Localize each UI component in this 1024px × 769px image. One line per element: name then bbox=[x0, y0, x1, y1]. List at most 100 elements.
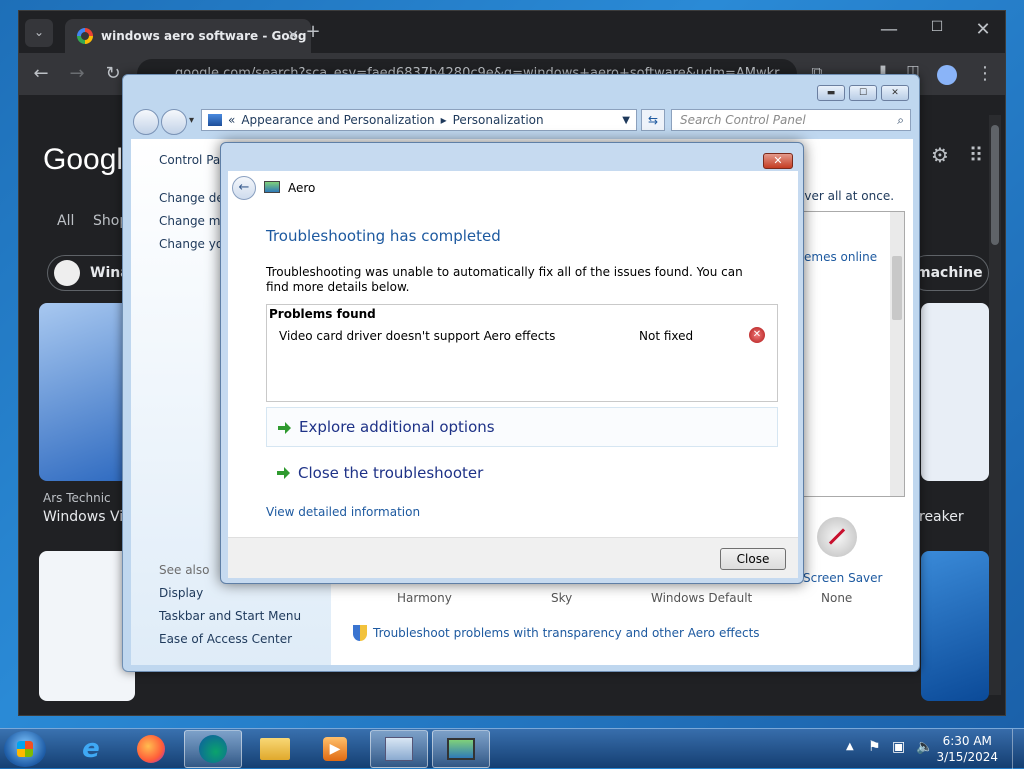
tab-search-button[interactable]: ⌄ bbox=[25, 19, 53, 47]
dialog-footer: Close bbox=[228, 537, 798, 578]
troubleshoot-link-row[interactable]: Troubleshoot problems with transparency … bbox=[353, 625, 760, 641]
theme-harmony[interactable]: Harmony bbox=[397, 591, 452, 605]
screen-saver-icon[interactable] bbox=[817, 517, 857, 557]
dialog-back-button[interactable]: ← bbox=[232, 176, 256, 200]
firefox-icon[interactable] bbox=[122, 730, 180, 768]
page-scrollbar[interactable] bbox=[989, 115, 1001, 695]
cp-description-text: aver all at once. bbox=[797, 189, 895, 203]
address-dropdown-icon[interactable]: ▼ bbox=[622, 115, 630, 126]
close-button[interactable]: Close bbox=[720, 548, 786, 570]
network-icon[interactable]: ▣ bbox=[892, 739, 905, 755]
back-icon[interactable]: ← bbox=[29, 63, 53, 84]
breadcrumb-appearance[interactable]: Appearance and Personalization bbox=[241, 113, 434, 127]
nav-change-mouse[interactable]: Change mo bbox=[159, 214, 228, 228]
forward-icon[interactable]: → bbox=[65, 63, 89, 84]
problem-name: Video card driver doesn't support Aero e… bbox=[279, 329, 556, 343]
see-also-ease-of-access[interactable]: Ease of Access Center bbox=[159, 632, 292, 646]
start-button[interactable] bbox=[4, 731, 46, 767]
screen-saver-label[interactable]: Screen Saver bbox=[803, 571, 882, 585]
maximize-button[interactable]: ☐ bbox=[925, 19, 949, 35]
cp-back-button[interactable] bbox=[133, 109, 159, 135]
tab-strip: ⌄ windows aero software - Goog ✕ + — ☐ ✕ bbox=[19, 11, 1005, 53]
control-panel-taskbar-icon[interactable] bbox=[370, 730, 428, 768]
profile-avatar[interactable] bbox=[937, 65, 957, 85]
see-also-label: See also bbox=[159, 563, 210, 577]
file-explorer-icon[interactable] bbox=[246, 730, 304, 768]
option-close-troubleshooter[interactable]: Close the troubleshooter bbox=[266, 453, 778, 493]
theme-windows-default[interactable]: Windows Default bbox=[651, 591, 752, 605]
breadcrumb-separator-icon: ▸ bbox=[440, 113, 447, 127]
result-image-bottom-right[interactable] bbox=[921, 551, 989, 701]
option-explore-label: Explore additional options bbox=[299, 418, 495, 436]
view-details-link[interactable]: View detailed information bbox=[266, 505, 420, 519]
internet-explorer-icon[interactable]: e bbox=[62, 730, 120, 768]
result-image-right[interactable] bbox=[921, 303, 989, 481]
result-title-right[interactable]: reaker bbox=[919, 509, 964, 525]
apps-grid-icon[interactable]: ⠿ bbox=[963, 143, 989, 167]
settings-gear-icon[interactable]: ⚙ bbox=[927, 143, 953, 167]
theme-scrollbar-thumb[interactable] bbox=[892, 256, 902, 320]
show-desktop-button[interactable] bbox=[1012, 729, 1024, 769]
taskbar: e ▶ ▲ ⚑ ▣ 🔈 6:30 AM 3/15/2024 bbox=[0, 728, 1024, 769]
get-more-themes-link[interactable]: emes online bbox=[804, 250, 877, 264]
volume-muted-icon[interactable]: 🔈 bbox=[916, 739, 933, 755]
dialog-header: ← Aero bbox=[228, 171, 798, 205]
scrollbar-thumb[interactable] bbox=[991, 125, 999, 245]
theme-scrollbar[interactable] bbox=[890, 212, 904, 496]
google-logo: Googl bbox=[43, 143, 124, 176]
dialog-title: Aero bbox=[288, 181, 316, 195]
dialog-content: Troubleshooting has completed Troublesho… bbox=[228, 205, 798, 578]
recent-pages-icon[interactable]: ▾ bbox=[189, 115, 194, 126]
shield-icon bbox=[353, 625, 367, 641]
filter-all[interactable]: All bbox=[57, 213, 74, 229]
problem-status: Not fixed bbox=[639, 329, 694, 343]
result-source-left: Ars Technic bbox=[43, 491, 111, 505]
nav-control-panel-home[interactable]: Control Pan bbox=[159, 153, 228, 167]
edge-icon[interactable] bbox=[184, 730, 242, 768]
clock[interactable]: 6:30 AM 3/15/2024 bbox=[936, 733, 998, 765]
tab-title: windows aero software - Goog bbox=[101, 29, 307, 43]
chip-avatar bbox=[54, 260, 80, 286]
cp-forward-button[interactable] bbox=[161, 109, 187, 135]
troubleshoot-link[interactable]: Troubleshoot problems with transparency … bbox=[373, 626, 760, 640]
problems-header: Problems found bbox=[269, 307, 376, 321]
show-hidden-icons-icon[interactable]: ▲ bbox=[846, 741, 854, 752]
result-image-left[interactable] bbox=[39, 303, 135, 481]
close-tab-icon[interactable]: ✕ bbox=[287, 28, 299, 44]
theme-sky[interactable]: Sky bbox=[551, 591, 572, 605]
green-arrow-icon bbox=[277, 467, 290, 479]
dialog-close-icon[interactable]: ✕ bbox=[763, 153, 793, 169]
cp-maximize-button[interactable]: ☐ bbox=[849, 85, 877, 101]
chip-machine[interactable]: machine bbox=[909, 255, 989, 291]
see-also-taskbar[interactable]: Taskbar and Start Menu bbox=[159, 609, 301, 623]
clock-date: 3/15/2024 bbox=[936, 750, 998, 764]
result-image-bottom-left[interactable] bbox=[39, 551, 135, 701]
cp-address-bar[interactable]: « Appearance and Personalization ▸ Perso… bbox=[201, 109, 637, 131]
green-arrow-icon bbox=[278, 422, 291, 434]
refresh-icon[interactable]: ⇆ bbox=[641, 109, 665, 131]
cp-search-input[interactable]: Search Control Panel ⌕ bbox=[671, 109, 911, 131]
menu-icon[interactable]: ⋮ bbox=[973, 63, 997, 84]
dialog-heading: Troubleshooting has completed bbox=[266, 227, 501, 245]
result-title-left[interactable]: Windows Vis bbox=[43, 509, 130, 525]
screen-saver-value: None bbox=[821, 591, 853, 605]
cp-minimize-button[interactable]: ▬ bbox=[817, 85, 845, 101]
problems-box: Problems found Video card driver doesn't… bbox=[266, 304, 778, 402]
search-icon[interactable]: ⌕ bbox=[897, 113, 904, 128]
browser-tab[interactable]: windows aero software - Goog ✕ bbox=[65, 19, 311, 53]
clock-time: 6:30 AM bbox=[942, 734, 992, 748]
theme-list: emes online bbox=[787, 211, 905, 497]
see-also-display[interactable]: Display bbox=[159, 586, 203, 600]
new-tab-button[interactable]: + bbox=[301, 21, 325, 42]
media-player-icon[interactable]: ▶ bbox=[306, 730, 364, 768]
aero-troubleshooter-taskbar-icon[interactable] bbox=[432, 730, 490, 768]
close-window-button[interactable]: ✕ bbox=[971, 19, 995, 40]
cp-close-button[interactable]: ✕ bbox=[881, 85, 909, 101]
option-explore-additional[interactable]: Explore additional options bbox=[266, 407, 778, 447]
breadcrumb-prefix[interactable]: « bbox=[228, 113, 235, 127]
action-center-flag-icon[interactable]: ⚑ bbox=[868, 739, 881, 755]
breadcrumb-personalization[interactable]: Personalization bbox=[453, 113, 544, 127]
search-placeholder: Search Control Panel bbox=[680, 113, 806, 127]
google-favicon-icon bbox=[77, 28, 93, 44]
minimize-button[interactable]: — bbox=[877, 19, 901, 40]
